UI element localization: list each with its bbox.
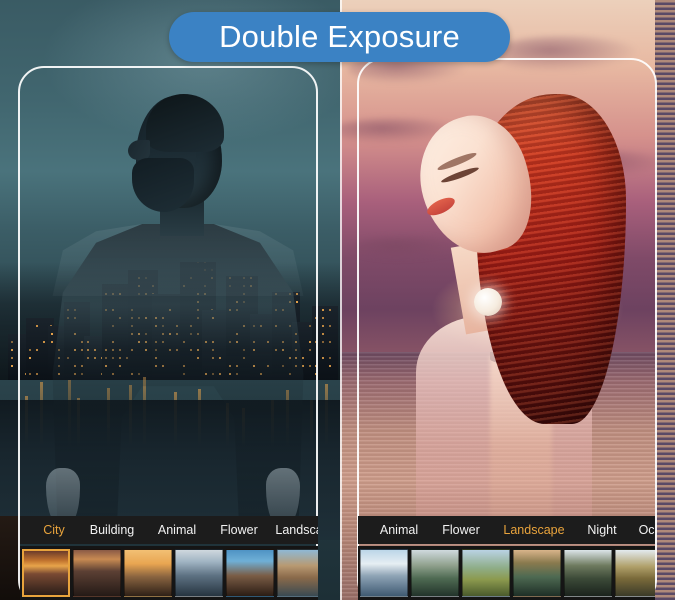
left-category-flower[interactable]: Flower [208,523,270,537]
left-background-edge [0,516,20,600]
thumbnail-snow-mountain-range[interactable] [360,549,408,597]
right-background-strip [655,0,675,600]
right-category-flower[interactable]: Flower [430,523,492,537]
thumbnail-city-dusk-panorama[interactable] [73,549,121,597]
right-category-landscape[interactable]: Landscape [492,523,576,537]
thumbnail-alpine-lake-valley[interactable] [411,549,459,597]
right-category-bar[interactable]: AnimalFlowerLandscapeNightOcean [358,516,655,544]
panel-divider [340,0,342,600]
thumbnail-city-daylight-harbor[interactable] [175,549,223,597]
left-category-city[interactable]: City [30,523,78,537]
right-preview-panel[interactable] [340,0,675,600]
thumbnail-pine-forest-cabin[interactable] [564,549,612,597]
left-thumbnail-strip[interactable] [20,546,318,600]
title-banner: Double Exposure [169,12,510,62]
page-title: Double Exposure [219,19,460,54]
thumbnail-city-golden-tower[interactable] [124,549,172,597]
left-category-animal[interactable]: Animal [146,523,208,537]
thumbnail-city-sunset-skyline[interactable] [22,549,70,597]
woman-portrait [392,92,626,532]
left-category-bar[interactable]: CityBuildingAnimalFlowerLandscape [20,516,318,544]
thumbnail-canyon-reflection-lake[interactable] [513,549,561,597]
right-category-ocean[interactable]: Ocean [628,523,655,537]
thumbnail-autumn-mountain-river[interactable] [615,549,655,597]
right-thumbnail-strip[interactable] [358,546,655,600]
thumbnail-coastal-cliff-town[interactable] [277,549,318,597]
right-category-animal[interactable]: Animal [368,523,430,537]
man-silhouette [28,94,318,536]
thumbnail-city-blue-sky-downtown[interactable] [226,549,274,597]
pearl-highlight [474,288,502,316]
thumbnail-green-meadow-peak[interactable] [462,549,510,597]
left-category-building[interactable]: Building [78,523,146,537]
left-category-landscape[interactable]: Landscape [270,523,318,537]
right-category-night[interactable]: Night [576,523,628,537]
app-screenshot: Double Exposure City Building Animal Flower… [0,0,675,600]
left-preview-panel[interactable] [0,0,340,600]
